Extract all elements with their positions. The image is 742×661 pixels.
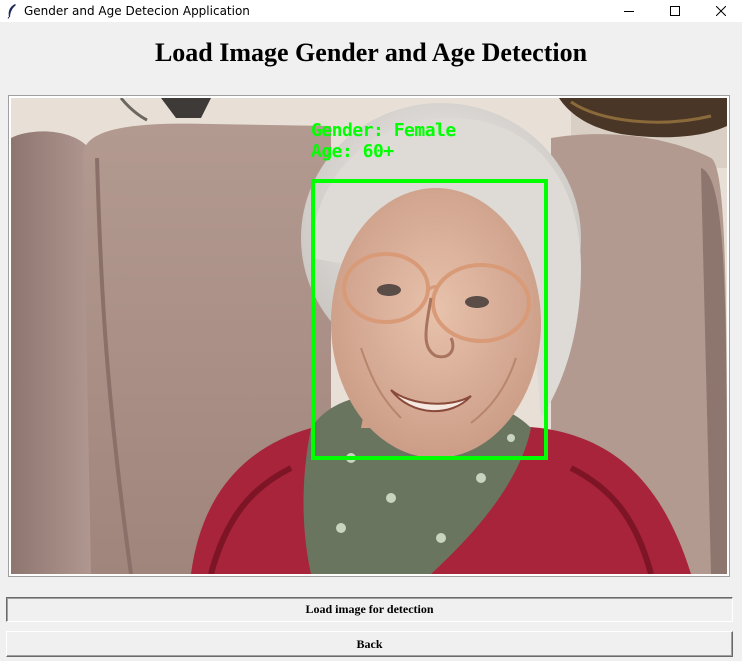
gender-prediction-label: Gender: Female <box>311 120 456 141</box>
minimize-icon <box>624 11 634 12</box>
window-title: Gender and Age Detecion Application <box>24 4 250 18</box>
feather-icon <box>5 3 19 19</box>
window-titlebar[interactable]: Gender and Age Detecion Application <box>0 0 742 22</box>
close-button[interactable] <box>698 0 742 22</box>
maximize-button[interactable] <box>652 0 698 22</box>
load-image-button[interactable]: Load image for detection <box>6 597 733 622</box>
maximize-icon <box>670 6 680 16</box>
image-display-frame: Gender: Female Age: 60+ <box>8 95 730 577</box>
back-button[interactable]: Back <box>6 631 733 657</box>
age-prediction-label: Age: 60+ <box>311 141 394 162</box>
page-title: Load Image Gender and Age Detection <box>154 38 588 67</box>
close-icon <box>716 6 726 16</box>
minimize-button[interactable] <box>606 0 652 22</box>
face-bounding-box <box>311 179 548 460</box>
